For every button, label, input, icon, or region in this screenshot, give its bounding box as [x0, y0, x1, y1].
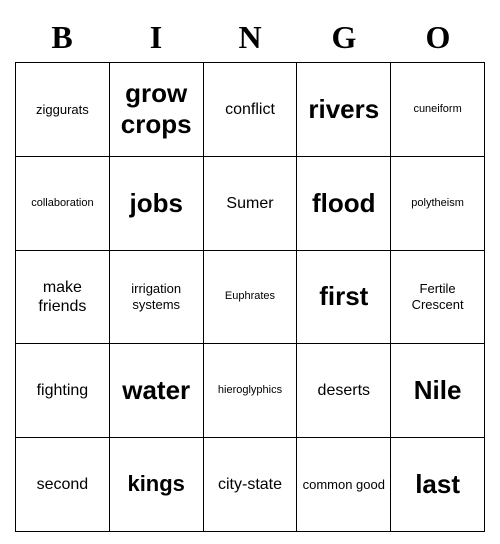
cell-r0-c4: cuneiform: [391, 63, 485, 157]
cell-r1-c0: collaboration: [16, 157, 110, 251]
bingo-header: BINGO: [15, 12, 485, 62]
cell-r2-c3: first: [297, 251, 391, 345]
cell-r1-c3: flood: [297, 157, 391, 251]
cell-r0-c1: grow crops: [110, 63, 204, 157]
cell-r2-c0: make friends: [16, 251, 110, 345]
cell-r0-c2: conflict: [204, 63, 298, 157]
cell-r4-c2: city-state: [204, 438, 298, 532]
header-letter-g: G: [297, 12, 391, 62]
cell-r3-c2: hieroglyphics: [204, 344, 298, 438]
cell-r2-c1: irrigation systems: [110, 251, 204, 345]
cell-r3-c3: deserts: [297, 344, 391, 438]
header-letter-n: N: [203, 12, 297, 62]
cell-r1-c4: polytheism: [391, 157, 485, 251]
cell-r3-c4: Nile: [391, 344, 485, 438]
header-letter-i: I: [109, 12, 203, 62]
cell-r3-c0: fighting: [16, 344, 110, 438]
header-letter-o: O: [391, 12, 485, 62]
cell-r2-c2: Euphrates: [204, 251, 298, 345]
cell-r0-c3: rivers: [297, 63, 391, 157]
cell-r4-c0: second: [16, 438, 110, 532]
cell-r0-c0: ziggurats: [16, 63, 110, 157]
cell-r3-c1: water: [110, 344, 204, 438]
cell-r4-c3: common good: [297, 438, 391, 532]
cell-r2-c4: Fertile Crescent: [391, 251, 485, 345]
bingo-card: BINGO zigguratsgrow cropsconflictriversc…: [15, 12, 485, 532]
bingo-grid: zigguratsgrow cropsconflictriverscuneifo…: [15, 62, 485, 532]
cell-r4-c4: last: [391, 438, 485, 532]
cell-r1-c2: Sumer: [204, 157, 298, 251]
header-letter-b: B: [15, 12, 109, 62]
cell-r4-c1: kings: [110, 438, 204, 532]
cell-r1-c1: jobs: [110, 157, 204, 251]
